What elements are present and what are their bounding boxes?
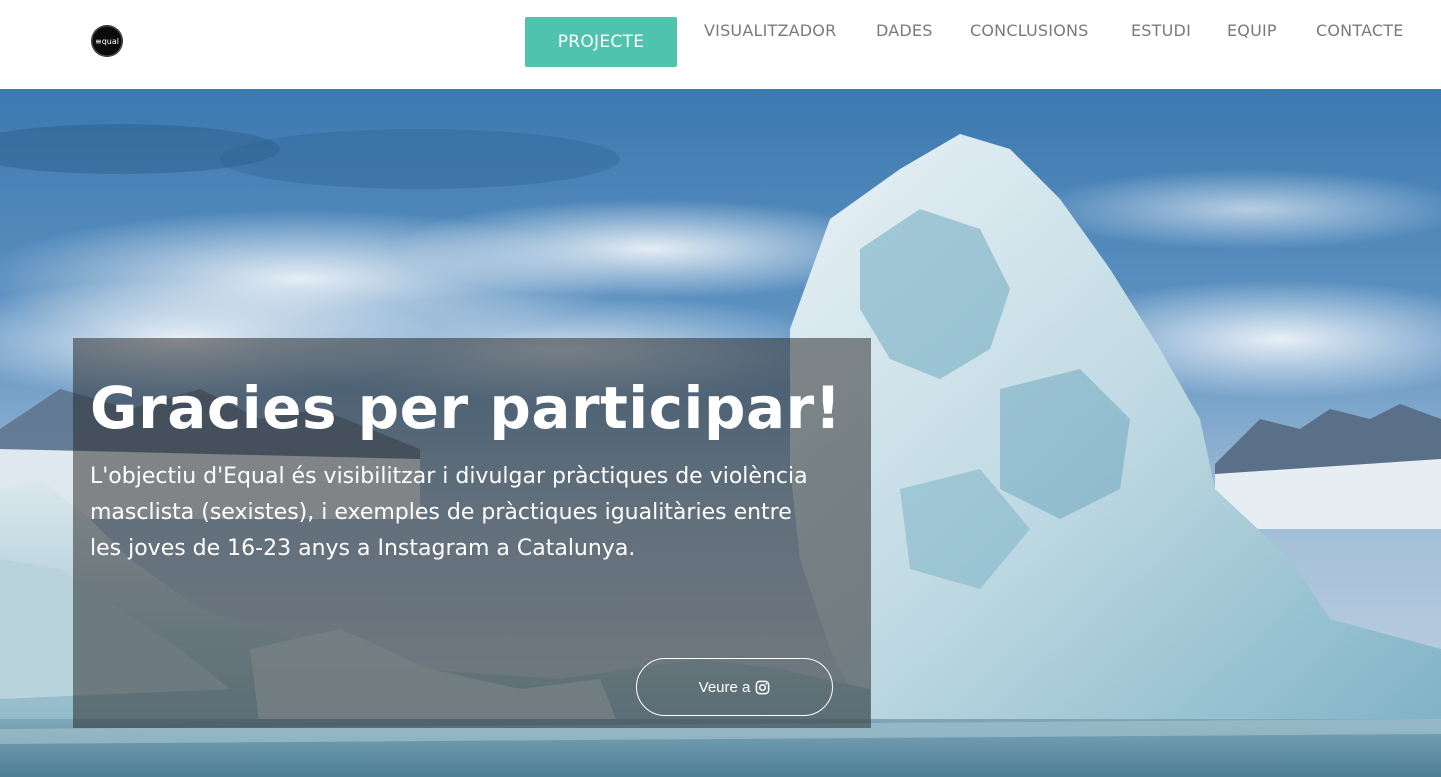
navbar: ≡qual PROJECTE VISUALITZADOR DADES CONCL…: [0, 0, 1441, 89]
equal-logo-icon[interactable]: ≡qual: [91, 25, 123, 57]
instagram-cta-button[interactable]: Veure a: [636, 658, 833, 716]
nav-item-estudi[interactable]: ESTUDI: [1131, 21, 1191, 43]
cta-label: Veure a: [698, 678, 751, 696]
nav-item-dades[interactable]: DADES: [876, 21, 933, 43]
svg-text:≡qual: ≡qual: [95, 37, 119, 46]
nav-item-projecte[interactable]: PROJECTE: [525, 17, 677, 67]
hero-title: Gracies per participar!: [90, 374, 842, 442]
nav-item-equip[interactable]: EQUIP: [1227, 21, 1277, 43]
nav-item-conclusions[interactable]: CONCLUSIONS: [970, 21, 1089, 43]
nav-item-visualitzador[interactable]: VISUALITZADOR: [704, 21, 836, 43]
nav-item-contacte[interactable]: CONTACTE: [1316, 21, 1404, 43]
hero-description: L'objectiu d'Equal és visibilitzar i div…: [90, 464, 808, 561]
instagram-icon: [755, 680, 770, 695]
